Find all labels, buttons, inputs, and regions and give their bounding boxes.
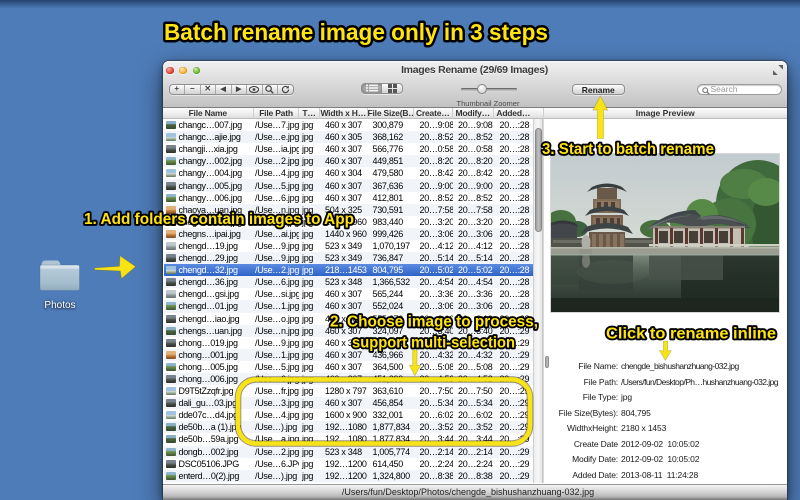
svg-text:Batch rename image only in 3 s: Batch rename image only in 3 steps (164, 19, 548, 45)
